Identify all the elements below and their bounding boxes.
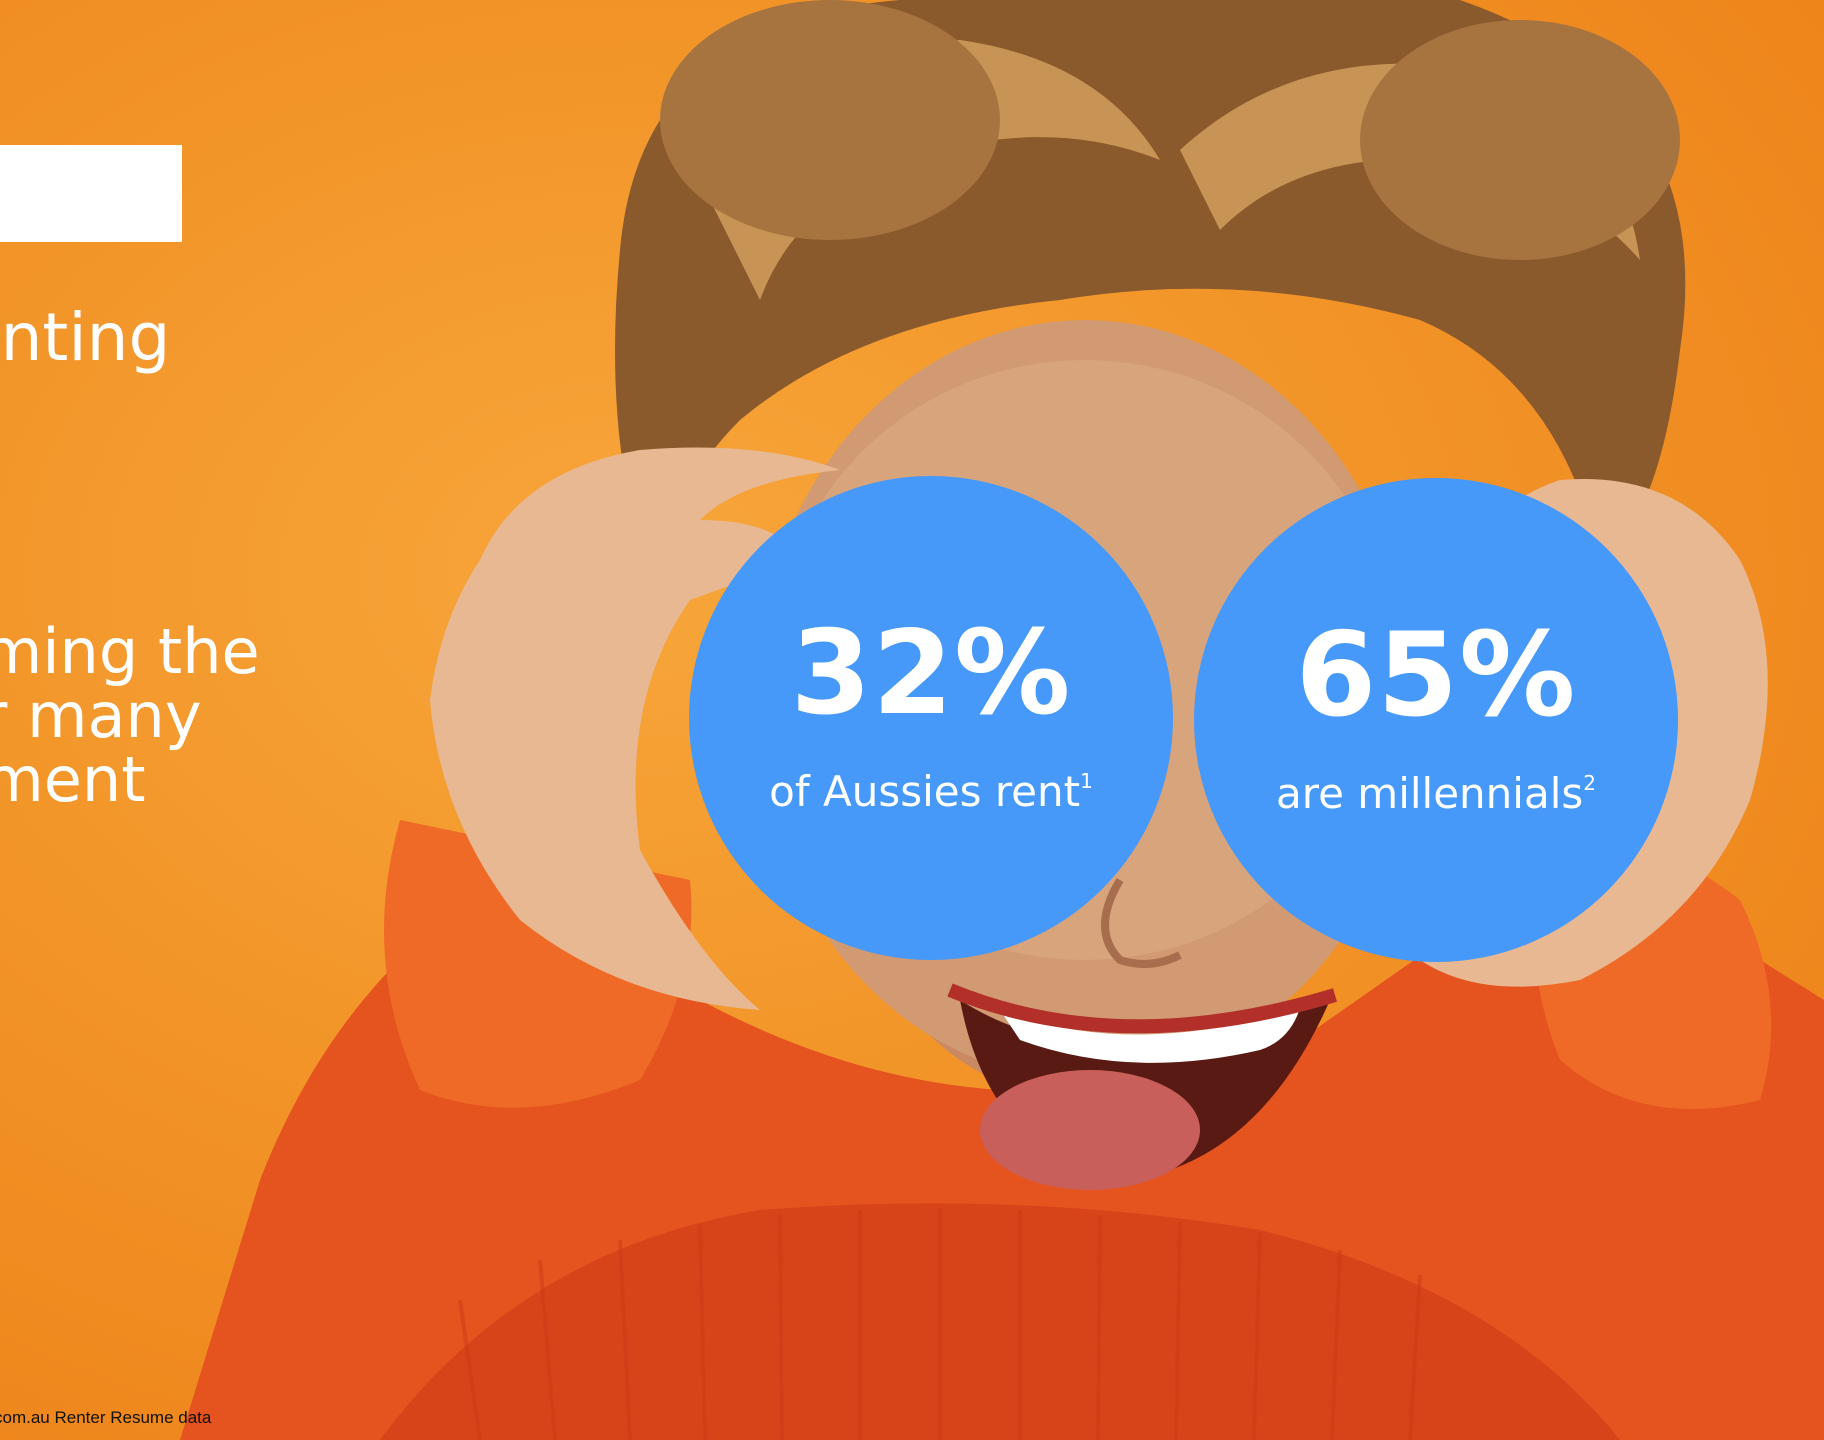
slide-body-text: oming the or many gment n	[0, 620, 260, 876]
slide-heading: enting	[0, 299, 171, 376]
source-footnote: com.au Renter Resume data	[0, 1408, 212, 1427]
stat-circle-millennials: 65% are millennials2	[1194, 478, 1678, 962]
slide: enting oming the or many gment n 32% of …	[0, 0, 1824, 1440]
stat-label: of Aussies rent1	[689, 771, 1173, 813]
footnote-ref: 1	[1080, 769, 1093, 793]
stat-value: 65%	[1295, 608, 1577, 743]
footnote-ref: 2	[1583, 771, 1596, 795]
stat-circle-renters: 32% of Aussies rent1	[689, 476, 1173, 960]
body-line: n	[0, 812, 260, 876]
stat-value: 32%	[790, 606, 1072, 741]
body-line: oming the	[0, 615, 260, 688]
body-line: or many	[0, 679, 202, 752]
stat-label: are millennials2	[1194, 773, 1678, 815]
stat-label-text: are millennials	[1276, 769, 1584, 818]
stat-label-text: of Aussies rent	[769, 767, 1081, 816]
logo-placeholder	[0, 145, 182, 242]
body-line: gment	[0, 743, 146, 816]
